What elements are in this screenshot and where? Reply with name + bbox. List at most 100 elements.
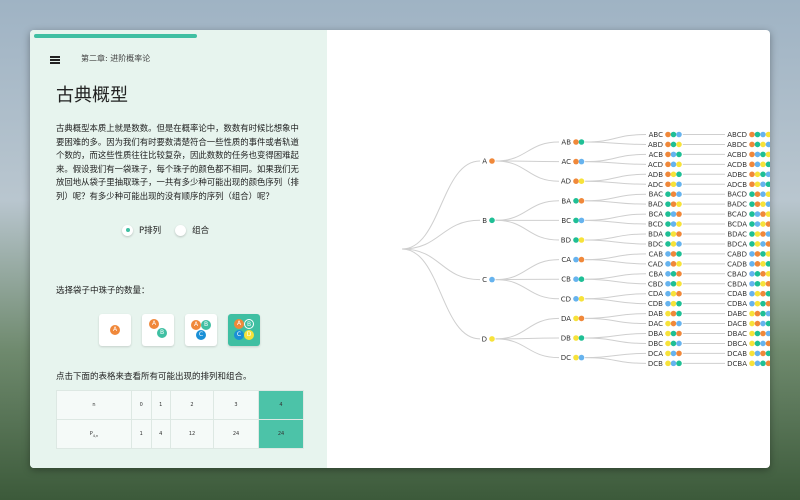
table-cell[interactable]: 2 xyxy=(170,390,214,420)
bead-dot-a xyxy=(578,198,585,204)
tree-node-label: BAC xyxy=(649,191,663,199)
bead-option-1[interactable]: A xyxy=(99,314,131,346)
bead-dot-a xyxy=(760,350,766,357)
bead-dot-d xyxy=(665,350,671,357)
bead-dot-d xyxy=(676,161,682,168)
bead-dot-a xyxy=(670,320,677,327)
permutation-count-table: n 0 1 2 3 4 P4,n 1 4 12 24 24 xyxy=(56,390,304,449)
tree-node-label: ABDC xyxy=(727,141,747,149)
p-subscript: 4,n xyxy=(92,433,99,438)
bead-option-2[interactable]: A B xyxy=(142,314,174,346)
bead-dot-b xyxy=(749,191,755,197)
tree-node-label: ABC xyxy=(649,131,663,139)
bead-option-3[interactable]: A B C xyxy=(185,314,217,346)
bead-dot-d xyxy=(670,241,677,247)
bead-dot-b xyxy=(676,151,682,158)
tree-link xyxy=(495,259,560,281)
table-cell[interactable]: 0 xyxy=(131,390,152,420)
tree-node-label: BDCA xyxy=(727,240,747,248)
bead-dot-b xyxy=(765,261,770,267)
bead-dot-b xyxy=(665,221,671,227)
tree-node-label: ABCD xyxy=(727,131,747,139)
tree-node-label: CB xyxy=(561,276,571,284)
bead-dot-b xyxy=(760,151,766,158)
table-cell[interactable]: 1 xyxy=(150,390,171,420)
table-cell-selected[interactable]: 4 xyxy=(258,390,304,420)
table-cell-selected[interactable]: 24 xyxy=(258,419,304,449)
tree-node-label: DBAC xyxy=(727,330,747,338)
radio-button[interactable] xyxy=(122,224,133,236)
bead-dot-b xyxy=(749,241,755,247)
tree-node-label: BAD xyxy=(648,201,663,209)
tree-node-label: CADB xyxy=(727,260,747,268)
bead-dot-b xyxy=(670,340,677,347)
bead-dot-d xyxy=(676,141,682,148)
bead-option-4[interactable]: A B C D xyxy=(228,314,260,346)
tree-link xyxy=(585,253,647,261)
bead-dot-b xyxy=(578,276,585,282)
tree-node-label: CD xyxy=(561,295,571,303)
tree-node-label: CDBA xyxy=(727,300,747,308)
bead-dot-d xyxy=(760,221,766,227)
table-cell[interactable]: 12 xyxy=(170,419,214,449)
bead-dot-c xyxy=(760,191,766,197)
bead-dot-b xyxy=(749,201,755,207)
bead-dot-c xyxy=(749,300,755,307)
bead-dot-c xyxy=(573,296,579,302)
tree-node-label: DABC xyxy=(727,310,747,318)
bead-dot-d xyxy=(676,201,682,207)
table-row-p: P4,n 1 4 12 24 24 xyxy=(56,419,304,449)
radio-button[interactable] xyxy=(175,224,187,236)
bead-dot-b xyxy=(665,191,671,197)
bead-dot-d xyxy=(765,151,770,158)
tree-node-label: CBAD xyxy=(727,270,747,278)
bead-dot-b xyxy=(676,300,682,307)
bead-dot-a xyxy=(665,131,671,138)
bead-dot-a xyxy=(665,181,671,188)
bead-dot-c xyxy=(665,300,671,307)
tree-node-label: ACD xyxy=(648,161,663,169)
menu-icon[interactable] xyxy=(50,56,60,64)
bead-a: A xyxy=(234,319,244,329)
bead-dot-a xyxy=(670,310,677,317)
radio-combination[interactable]: 组合 xyxy=(175,224,209,236)
bead-dot-a xyxy=(749,181,755,188)
table-cell[interactable]: 4 xyxy=(150,419,171,449)
bead-dot-b xyxy=(489,217,495,224)
row-header: n xyxy=(56,390,132,420)
bead-dot-a xyxy=(754,310,761,317)
breadcrumb[interactable]: 第二章: 进阶概率论 xyxy=(81,53,150,64)
bead-dot-d xyxy=(754,300,761,307)
bead-dot-d xyxy=(765,191,770,197)
bead-dot-b xyxy=(765,350,770,357)
bead-dot-b xyxy=(749,221,755,227)
bead-dot-d xyxy=(665,340,671,347)
bead-dot-d xyxy=(765,211,770,217)
radio-permutation[interactable]: P排列 xyxy=(122,224,161,236)
bead-dot-b xyxy=(676,310,682,317)
bead-dot-b xyxy=(749,211,755,217)
table-cell[interactable]: 1 xyxy=(131,419,152,449)
tree-link xyxy=(585,333,647,339)
bead-dot-d xyxy=(765,251,770,257)
tree-node-label: BDA xyxy=(648,231,663,239)
tree-link xyxy=(401,248,481,281)
bead-dot-a xyxy=(749,171,755,178)
table-instruction: 点击下面的表格来查看所有可能出现的排列和组合。 xyxy=(56,372,252,382)
bead-dot-c xyxy=(578,354,585,361)
table-cell[interactable]: 3 xyxy=(213,390,259,420)
bead-dot-a xyxy=(765,280,770,287)
bead-dot-d xyxy=(670,181,677,188)
table-cell[interactable]: 24 xyxy=(213,419,259,449)
bead-dot-b xyxy=(754,340,761,347)
bead-dot-c xyxy=(765,330,770,337)
bead-dot-c xyxy=(749,271,755,277)
tree-node-label: ABD xyxy=(648,141,663,149)
tree-link xyxy=(401,219,481,250)
bead-dot-c xyxy=(573,276,579,282)
tree-node-label: ACDB xyxy=(727,161,747,169)
tree-node-label: CBDA xyxy=(727,280,747,288)
mode-radio-group: P排列 组合 xyxy=(122,224,209,236)
bead-dot-c xyxy=(754,221,761,227)
tree-node-label: CAD xyxy=(648,260,663,268)
